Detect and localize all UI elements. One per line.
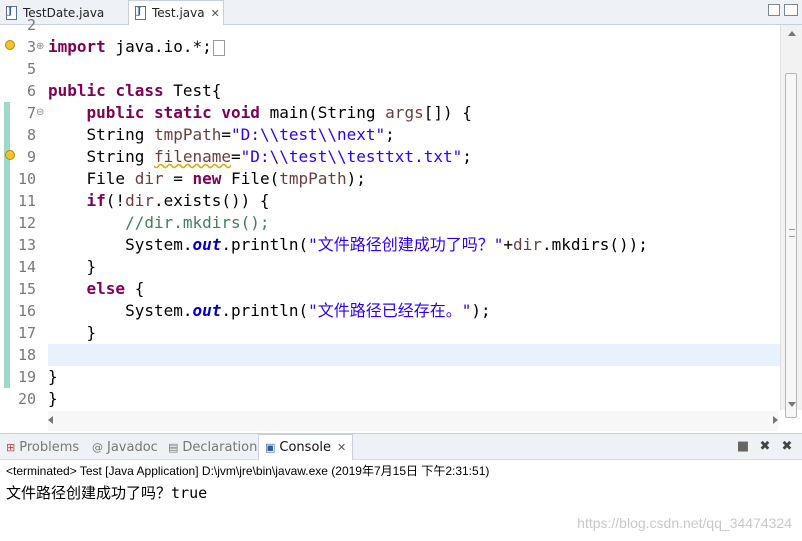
tab-javadoc[interactable]: @ Javadoc	[92, 434, 158, 460]
problems-icon: ⊞	[6, 440, 16, 454]
tab-console[interactable]: ▣ Console ✕	[258, 434, 354, 460]
code-line: }	[48, 389, 58, 408]
scroll-up-icon[interactable]	[788, 31, 796, 36]
scroll-down-icon[interactable]	[788, 402, 796, 407]
line-number: 13	[17, 236, 36, 254]
at-icon: @	[92, 440, 103, 454]
code-line: String tmpPath="D:\\test\\next";	[48, 125, 395, 144]
console-tab-bar: ⊞ Problems @ Javadoc ▤ Declaration ▣ Con…	[0, 434, 802, 460]
line-number: 9	[26, 148, 36, 166]
tab-label: Problems	[19, 439, 80, 455]
line-number: 11	[17, 192, 36, 210]
line-number: 20	[17, 390, 36, 408]
tab-problems[interactable]: ⊞ Problems	[6, 434, 79, 460]
vertical-scrollbar[interactable]	[780, 25, 802, 418]
code-editor[interactable]: 2 3 ⊕ import java.io.*; 5 6 public class…	[0, 16, 802, 431]
remove-all-icon[interactable]: ✖	[780, 439, 794, 454]
code-line: System.out.println("文件路径创建成功了吗？"+dir.mkd…	[48, 235, 648, 254]
line-number: 16	[17, 302, 36, 320]
console-panel: ⊞ Problems @ Javadoc ▤ Declaration ▣ Con…	[0, 433, 802, 541]
line-number: 17	[17, 324, 36, 342]
tab-label: Declaration	[182, 439, 258, 455]
code-line: if(!dir.exists()) {	[86, 191, 270, 210]
tab-declaration[interactable]: ▤ Declaration	[168, 434, 257, 460]
code-line: else {	[86, 279, 145, 298]
watermark: https://blog.csdn.net/qq_34474324	[577, 515, 792, 531]
collapse-icon[interactable]: ⊖	[36, 102, 44, 124]
code-line: System.out.println("文件路径已经存在。");	[48, 301, 491, 320]
line-number: 2	[26, 16, 36, 34]
line-number: 14	[17, 258, 36, 276]
console-output: 文件路径创建成功了吗？true	[6, 484, 208, 502]
terminate-icon[interactable]: ■	[736, 439, 750, 454]
code-line: public static void main(String args[]) {	[86, 103, 472, 122]
console-status: <terminated> Test [Java Application] D:\…	[6, 464, 490, 478]
code-line: import java.io.*;	[48, 36, 225, 58]
close-icon[interactable]: ✕	[337, 441, 346, 454]
code-line: //dir.mkdirs();	[125, 213, 270, 232]
line-number: 18	[17, 346, 36, 364]
tab-label: Javadoc	[107, 439, 158, 455]
tab-label: Console	[279, 440, 332, 455]
code-line: public class Test{	[48, 81, 222, 100]
code-line: File dir = new File(tmpPath);	[48, 169, 366, 188]
scroll-left-icon[interactable]	[48, 416, 53, 424]
scroll-right-icon[interactable]	[773, 416, 778, 424]
remove-launch-icon[interactable]: ✖	[758, 439, 772, 454]
line-number: 6	[26, 82, 36, 100]
line-number: 5	[26, 60, 36, 78]
line-number: 19	[17, 368, 36, 386]
expand-icon[interactable]: ⊕	[36, 36, 44, 58]
line-number: 12	[17, 214, 36, 232]
maximize-icon[interactable]	[784, 4, 798, 16]
line-number: 10	[17, 170, 36, 188]
line-number: 8	[26, 126, 36, 144]
code-line: String filename="D:\\test\\testtxt.txt";	[48, 147, 472, 166]
horizontal-scrollbar[interactable]	[48, 411, 778, 431]
line-number: 15	[17, 280, 36, 298]
scroll-thumb[interactable]	[785, 73, 797, 418]
code-line: }	[48, 323, 97, 342]
line-number: 3	[26, 38, 36, 56]
code-line: }	[48, 367, 58, 386]
line-number: 7	[26, 104, 36, 122]
code-line: }	[48, 257, 97, 276]
console-icon: ▣	[265, 441, 276, 454]
declaration-icon: ▤	[168, 440, 179, 454]
